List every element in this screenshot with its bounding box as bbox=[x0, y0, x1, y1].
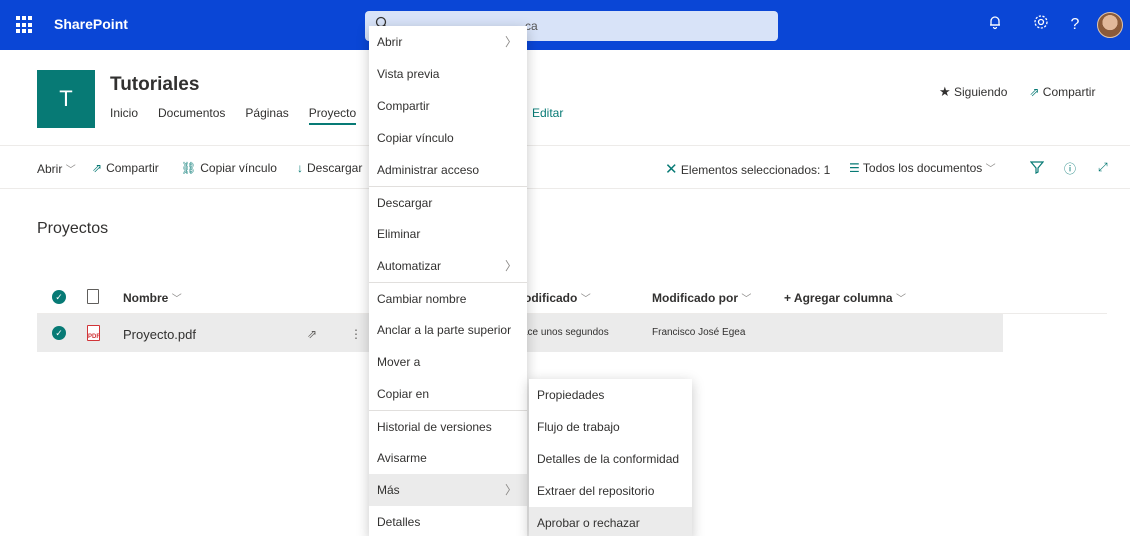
share-icon[interactable]: ⇗ bbox=[307, 327, 317, 341]
submenu-item-detalles-conformidad[interactable]: Detalles de la conformidad bbox=[529, 443, 692, 475]
file-name-link[interactable]: Proyecto.pdf bbox=[123, 327, 196, 342]
menu-item-descargar[interactable]: Descargar bbox=[369, 186, 527, 218]
nav-item-paginas[interactable]: Páginas bbox=[245, 106, 288, 125]
star-icon: ★ bbox=[939, 84, 951, 99]
expand-icon[interactable]: ⤢ bbox=[1098, 160, 1108, 175]
menu-item-detalles[interactable]: Detalles bbox=[369, 506, 527, 536]
gear-icon[interactable] bbox=[1030, 14, 1052, 36]
menu-item-eliminar[interactable]: Eliminar bbox=[369, 218, 527, 250]
pdf-icon: PDF bbox=[87, 325, 100, 341]
submenu-item-aprobar-rechazar[interactable]: Aprobar o rechazar bbox=[529, 507, 692, 536]
menu-item-anclar[interactable]: Anclar a la parte superior bbox=[369, 314, 527, 346]
add-column-button[interactable]: + Agregar columna ﹀ bbox=[784, 290, 906, 305]
app-name[interactable]: SharePoint bbox=[54, 16, 128, 32]
share-command[interactable]: ⇗ Compartir bbox=[92, 161, 159, 175]
notifications-icon[interactable] bbox=[984, 14, 1006, 36]
chevron-down-icon: ﹀ bbox=[580, 294, 591, 305]
row-checkbox[interactable]: ✓ bbox=[52, 326, 66, 340]
menu-item-mover-a[interactable]: Mover a bbox=[369, 346, 527, 378]
info-icon[interactable]: ⓘ bbox=[1064, 160, 1076, 177]
nav-item-proyectos[interactable]: Proyecto bbox=[308, 106, 357, 125]
menu-item-copiar-vinculo[interactable]: Copiar vínculo bbox=[369, 122, 527, 154]
suite-bar: SharePoint ca ? bbox=[0, 0, 1130, 50]
chevron-down-icon: ﹀ bbox=[895, 294, 906, 305]
context-menu: Abrir 〉 Vista previa Compartir Copiar vín… bbox=[369, 26, 527, 536]
chevron-down-icon: ﹀ bbox=[171, 294, 182, 305]
chevron-down-icon: ﹀ bbox=[741, 294, 752, 305]
clear-selection[interactable]: ✕ Elementos seleccionados: 1 bbox=[665, 160, 830, 178]
app-launcher-icon[interactable] bbox=[16, 16, 34, 34]
avatar[interactable] bbox=[1097, 12, 1123, 38]
share-icon: ⇗ bbox=[1029, 85, 1040, 99]
menu-item-administrar-acceso[interactable]: Administrar acceso bbox=[369, 154, 527, 186]
more-options-icon[interactable]: ⋮ bbox=[350, 327, 362, 341]
filter-icon[interactable] bbox=[1029, 160, 1045, 177]
submenu-item-extraer[interactable]: Extraer del repositorio bbox=[529, 475, 692, 507]
submenu-item-propiedades[interactable]: Propiedades bbox=[529, 379, 692, 411]
chevron-right-icon: 〉 bbox=[504, 259, 517, 273]
menu-item-avisarme[interactable]: Avisarme bbox=[369, 442, 527, 474]
download-icon: ↓ bbox=[297, 161, 303, 175]
chevron-right-icon: 〉 bbox=[504, 483, 517, 497]
modified-by-cell: Francisco José Egea bbox=[652, 327, 746, 338]
more-submenu: Propiedades Flujo de trabajo Detalles de… bbox=[529, 379, 692, 536]
menu-item-historial[interactable]: Historial de versiones bbox=[369, 410, 527, 442]
view-list-icon: ☰ bbox=[849, 161, 860, 175]
menu-item-abrir[interactable]: Abrir 〉 bbox=[369, 26, 527, 58]
column-header-modified[interactable]: odificado ﹀ bbox=[524, 290, 591, 305]
download-command[interactable]: ↓ Descargar bbox=[297, 161, 362, 175]
open-command[interactable]: Abrir ﹀ bbox=[37, 161, 76, 176]
submenu-item-flujo-de-trabajo[interactable]: Flujo de trabajo bbox=[529, 411, 692, 443]
chevron-right-icon: 〉 bbox=[504, 35, 517, 49]
modified-cell: ace unos segundos bbox=[522, 327, 609, 338]
list-header: ✓ Nombre ﹀ odificado ﹀ Modificado por ﹀ … bbox=[37, 282, 1117, 312]
menu-item-vista-previa[interactable]: Vista previa bbox=[369, 58, 527, 90]
menu-item-mas[interactable]: Más 〉 bbox=[369, 474, 527, 506]
column-header-modified-by[interactable]: Modificado por ﹀ bbox=[652, 290, 751, 305]
menu-item-automatizar[interactable]: Automatizar 〉 bbox=[369, 250, 527, 282]
share-site-button[interactable]: ⇗ Compartir bbox=[1029, 85, 1095, 99]
close-icon: ✕ bbox=[665, 161, 678, 178]
follow-button[interactable]: ★ Siguiendo bbox=[939, 84, 1007, 100]
chevron-down-icon: ﹀ bbox=[65, 165, 76, 176]
site-actions: ★ Siguiendo ⇗ Compartir bbox=[939, 84, 1095, 100]
menu-item-copiar-en[interactable]: Copiar en bbox=[369, 378, 527, 410]
nav-item-documentos[interactable]: Documentos bbox=[158, 106, 225, 125]
site-navigation: Inicio Documentos Páginas Proyecto bbox=[110, 106, 357, 125]
share-icon: ⇗ bbox=[92, 161, 103, 175]
select-all-checkbox[interactable]: ✓ bbox=[52, 290, 66, 304]
site-logo[interactable]: T bbox=[37, 70, 95, 128]
view-switcher[interactable]: ☰ Todos los documentos ﹀ bbox=[849, 160, 996, 175]
menu-item-cambiar-nombre[interactable]: Cambiar nombre bbox=[369, 282, 527, 314]
nav-item-inicio[interactable]: Inicio bbox=[110, 106, 138, 125]
link-icon: ⛓ bbox=[181, 161, 197, 175]
nav-edit-link[interactable]: Editar bbox=[532, 106, 563, 120]
library-title: Proyectos bbox=[37, 220, 109, 237]
menu-item-compartir[interactable]: Compartir bbox=[369, 90, 527, 122]
column-header-name[interactable]: Nombre ﹀ bbox=[123, 290, 182, 305]
command-bar: Abrir ﹀ ⇗ Compartir ⛓ Copiar vínculo ↓ Desc… bbox=[0, 145, 1130, 189]
help-icon[interactable]: ? bbox=[1064, 14, 1086, 36]
chevron-down-icon: ﹀ bbox=[985, 164, 996, 175]
file-type-icon bbox=[87, 289, 99, 304]
copy-link-command[interactable]: ⛓ Copiar vínculo bbox=[181, 161, 277, 175]
site-title[interactable]: Tutoriales bbox=[110, 74, 199, 96]
